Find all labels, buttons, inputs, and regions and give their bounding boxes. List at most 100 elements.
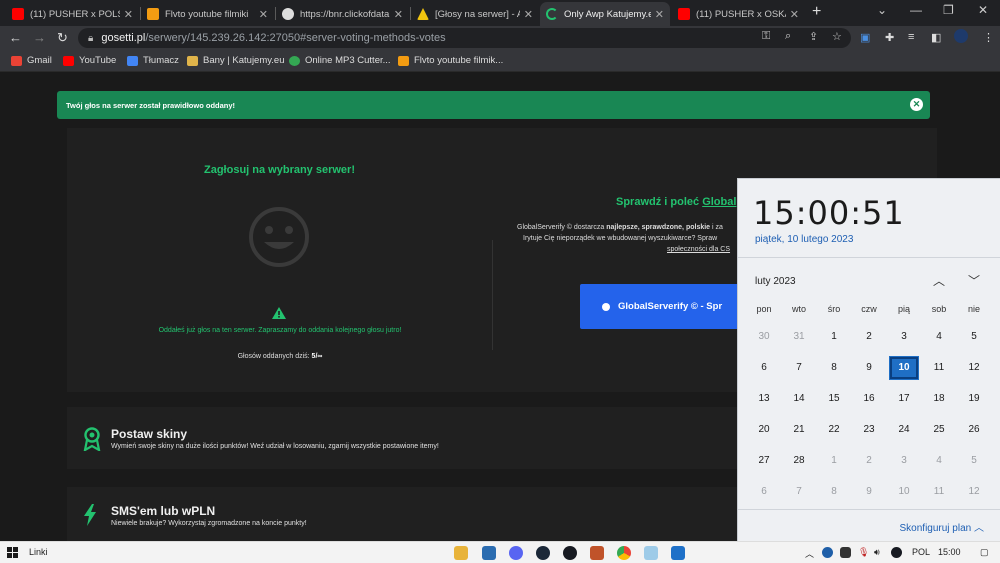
- app-icon[interactable]: [536, 546, 550, 560]
- calendar-day[interactable]: 26: [959, 418, 989, 442]
- close-icon[interactable]: ✕: [259, 8, 268, 21]
- tab-2[interactable]: https://bnr.clickofdata ✕: [276, 2, 409, 26]
- tab-1[interactable]: Flvto youtube filmiki ✕: [141, 2, 274, 26]
- share-icon[interactable]: ⇪: [809, 30, 818, 43]
- forward-arrow-icon[interactable]: →: [33, 30, 46, 45]
- calendar-day[interactable]: 9: [854, 356, 884, 380]
- promo-title-link[interactable]: Global: [702, 196, 736, 208]
- address-bar[interactable]: 🔒︎ gosetti.pl/serwery/145.239.26.142:270…: [78, 28, 851, 48]
- calendar-day[interactable]: 1: [819, 449, 849, 473]
- steam-icon[interactable]: [563, 546, 577, 560]
- calendar-day[interactable]: 25: [924, 418, 954, 442]
- calendar-day[interactable]: 18: [924, 387, 954, 411]
- calendar-day[interactable]: 28: [784, 449, 814, 473]
- tab-4[interactable]: Only Awp Katujemy.eu ✕: [540, 2, 670, 26]
- calendar-day[interactable]: 4: [924, 325, 954, 349]
- microphone-icon[interactable]: 🎙︎: [858, 547, 869, 558]
- calendar-day[interactable]: 3: [889, 325, 919, 349]
- language-indicator[interactable]: POL: [912, 547, 930, 557]
- bookmark-5[interactable]: Flvto youtube filmik...: [398, 55, 503, 66]
- close-window-button[interactable]: ✕: [978, 3, 988, 17]
- notifications-icon[interactable]: ▢: [980, 547, 989, 558]
- bookmark-star-icon[interactable]: ☆: [832, 30, 842, 43]
- tab-0[interactable]: (11) PUSHER x POLSKI ✕: [6, 2, 139, 26]
- calendar-day[interactable]: 10: [889, 356, 919, 380]
- month-label[interactable]: luty 2023: [755, 276, 796, 287]
- translate-extension-icon[interactable]: ▣: [860, 31, 870, 44]
- calendar-day[interactable]: 1: [819, 325, 849, 349]
- notepad-icon[interactable]: [644, 546, 658, 560]
- calendar-day[interactable]: 31: [784, 325, 814, 349]
- calendar-day[interactable]: 23: [854, 418, 884, 442]
- chevron-down-icon[interactable]: ﹀: [968, 272, 980, 289]
- zoom-icon[interactable]: ⌕: [785, 30, 791, 43]
- tray-app-icon[interactable]: [822, 547, 833, 558]
- calendar-day[interactable]: 24: [889, 418, 919, 442]
- calendar-day[interactable]: 17: [889, 387, 919, 411]
- calendar-day[interactable]: 21: [784, 418, 814, 442]
- bookmark-2[interactable]: Tłumacz: [127, 55, 179, 66]
- calendar-day[interactable]: 4: [924, 449, 954, 473]
- calendar-day[interactable]: 9: [854, 480, 884, 504]
- reload-icon[interactable]: ↻: [57, 30, 68, 46]
- windows-start-icon[interactable]: [7, 547, 19, 559]
- calendar-day[interactable]: 2: [854, 449, 884, 473]
- app-icon[interactable]: [671, 546, 685, 560]
- tab-search-icon[interactable]: ⌄: [877, 3, 887, 17]
- steam-tray-icon[interactable]: [891, 547, 902, 558]
- flyout-date[interactable]: piątek, 10 lutego 2023: [755, 234, 853, 245]
- taskbar-clock[interactable]: 15:00: [938, 547, 961, 557]
- game-icon[interactable]: [590, 546, 604, 560]
- minimize-button[interactable]: —: [910, 3, 922, 17]
- calendar-day[interactable]: 7: [784, 480, 814, 504]
- globalserverify-button[interactable]: GlobalServerify © - Spr: [580, 284, 750, 329]
- calendar-day[interactable]: 22: [819, 418, 849, 442]
- bookmark-4[interactable]: Online MP3 Cutter...: [289, 55, 391, 66]
- chrome-icon[interactable]: [617, 546, 631, 560]
- calendar-day[interactable]: 3: [889, 449, 919, 473]
- bookmark-3[interactable]: Bany | Katujemy.eu: [187, 55, 285, 66]
- back-arrow-icon[interactable]: ←: [9, 30, 22, 45]
- calendar-day[interactable]: 12: [959, 480, 989, 504]
- restore-button[interactable]: ❐: [943, 3, 954, 17]
- tray-app-icon[interactable]: [840, 547, 851, 558]
- key-icon[interactable]: ⚿: [762, 30, 770, 43]
- calendar-day[interactable]: 20: [749, 418, 779, 442]
- calendar-day[interactable]: 27: [749, 449, 779, 473]
- menu-icon[interactable]: ⋮: [983, 31, 994, 44]
- file-explorer-icon[interactable]: [454, 546, 468, 560]
- profile-avatar[interactable]: [954, 29, 968, 43]
- extensions-icon[interactable]: ✚: [885, 31, 894, 44]
- calendar-day[interactable]: 8: [819, 356, 849, 380]
- discord-icon[interactable]: [509, 546, 523, 560]
- links-toolbar-label[interactable]: Linki: [29, 547, 48, 557]
- media-icon[interactable]: ≡: [908, 31, 914, 43]
- calendar-day[interactable]: 16: [854, 387, 884, 411]
- calendar-day[interactable]: 5: [959, 325, 989, 349]
- calendar-day[interactable]: 19: [959, 387, 989, 411]
- calendar-day[interactable]: 14: [784, 387, 814, 411]
- calendar-day[interactable]: 13: [749, 387, 779, 411]
- store-icon[interactable]: [482, 546, 496, 560]
- calendar-day[interactable]: 6: [749, 480, 779, 504]
- calendar-day[interactable]: 6: [749, 356, 779, 380]
- calendar-day[interactable]: 10: [889, 480, 919, 504]
- calendar-day[interactable]: 2: [854, 325, 884, 349]
- configure-plan-link[interactable]: Skonfiguruj plan ︿: [900, 519, 985, 534]
- side-panel-icon[interactable]: ◧: [931, 31, 941, 44]
- calendar-day[interactable]: 7: [784, 356, 814, 380]
- close-icon[interactable]: ✕: [124, 8, 133, 21]
- calendar-day[interactable]: 12: [959, 356, 989, 380]
- bookmark-1[interactable]: YouTube: [63, 55, 116, 66]
- show-hidden-icons-icon[interactable]: ︿: [805, 547, 814, 560]
- calendar-day[interactable]: 30: [749, 325, 779, 349]
- calendar-day[interactable]: 15: [819, 387, 849, 411]
- close-icon[interactable]: ✕: [524, 8, 533, 21]
- close-icon[interactable]: ✕: [910, 98, 923, 111]
- calendar-day[interactable]: 11: [924, 356, 954, 380]
- promo-text-line3[interactable]: społeczności dla CS: [667, 246, 730, 253]
- close-icon[interactable]: ✕: [655, 8, 664, 21]
- speaker-icon[interactable]: 🔊︎: [874, 547, 880, 558]
- tab-3[interactable]: [Głosy na serwer] - Ac ✕: [411, 2, 539, 26]
- calendar-day[interactable]: 5: [959, 449, 989, 473]
